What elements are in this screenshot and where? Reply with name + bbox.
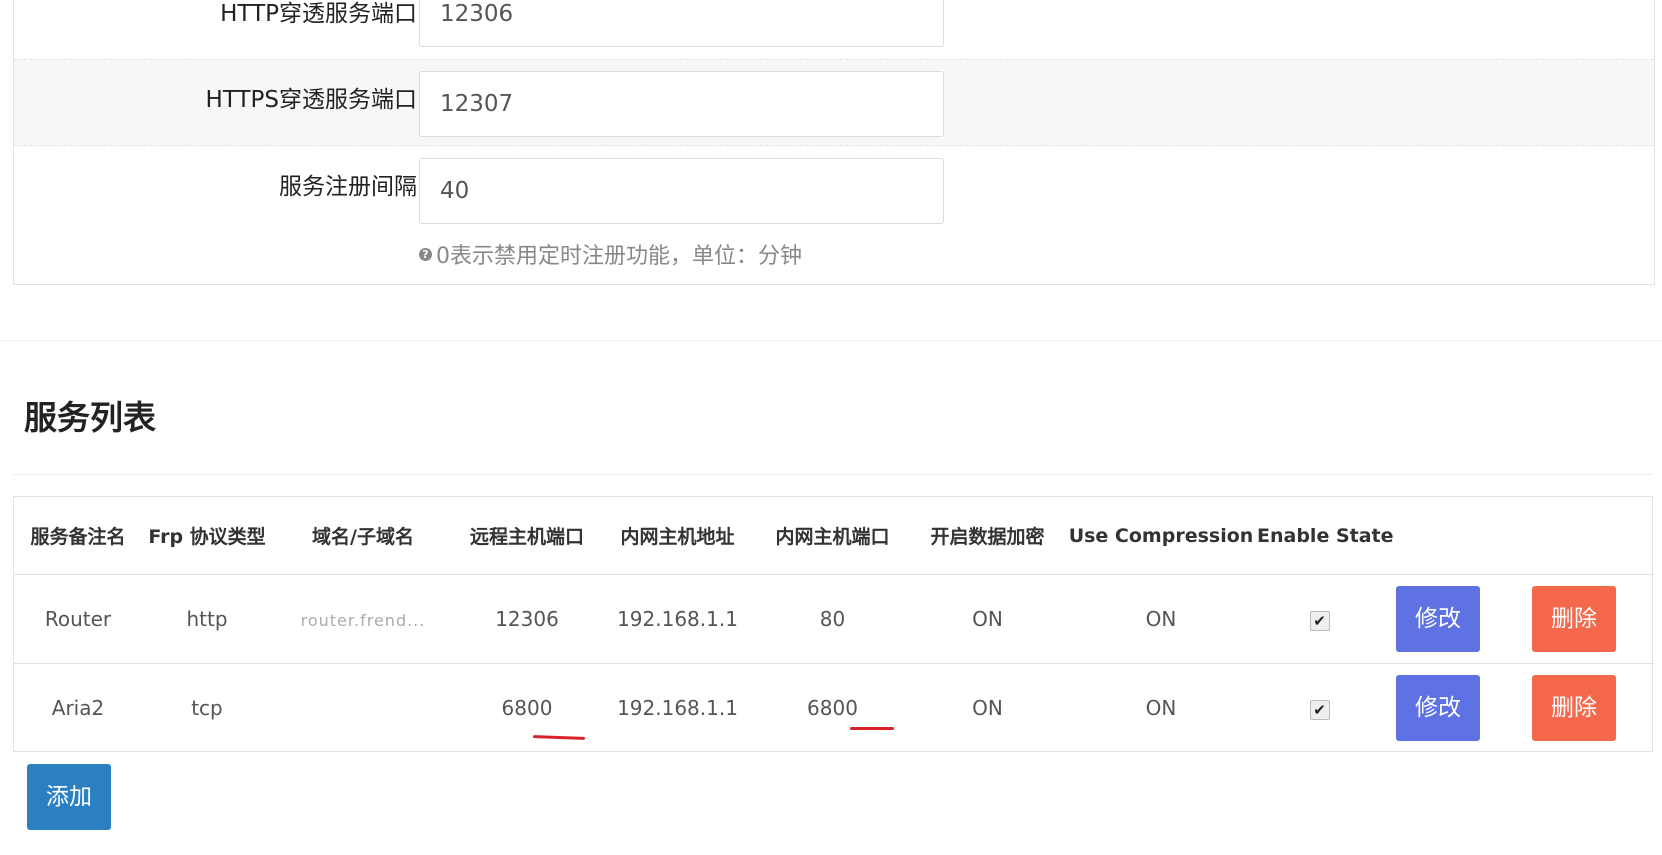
cell-encryption: ON [910,574,1065,664]
title-divider [13,474,1653,475]
interval-help-text: ? 0表示禁用定时注册功能，单位：分钟 [419,238,802,270]
interval-row: 服务注册间隔 40 ? 0表示禁用定时注册功能，单位：分钟 [14,146,1654,284]
header-compression: Use Compression [1065,497,1257,575]
header-edit [1382,497,1494,575]
service-table-container: 服务备注名 Frp 协议类型 域名/子域名 远程主机端口 内网主机地址 内网主机… [13,496,1654,752]
header-delete [1494,497,1654,575]
https-port-label: HTTPS穿透服务端口 [205,87,417,113]
cell-name: Router [14,574,142,664]
header-protocol: Frp 协议类型 [142,497,272,575]
header-domain: 域名/子域名 [272,497,454,575]
header-name: 服务备注名 [14,497,142,575]
interval-help-label: 0表示禁用定时注册功能，单位：分钟 [436,244,802,269]
cell-compression: ON [1065,574,1257,664]
cell-delete: 删除 [1494,664,1654,753]
cell-remote-port: 12306 [454,574,600,664]
enable-checkbox[interactable]: ✔ [1309,700,1330,720]
cell-edit: 修改 [1382,664,1494,753]
https-port-row: HTTPS穿透服务端口 12307 [14,59,1654,146]
question-icon: ? [419,247,432,261]
cell-lan-port: 6800 [807,696,858,720]
interval-input[interactable]: 40 [419,158,944,224]
section-title: 服务列表 [24,398,156,437]
header-lan-port: 内网主机端口 [755,497,910,575]
cell-protocol: http [142,574,272,664]
domain-text: router.frend... [300,611,426,630]
http-port-label: HTTP穿透服务端口 [220,1,417,27]
interval-label: 服务注册间隔 [279,174,417,200]
http-port-row: HTTP穿透服务端口 12306 [14,0,1654,59]
annotation-underline-lan-port [850,727,894,730]
cell-domain: router.frend... [272,574,454,664]
delete-button[interactable]: 删除 [1532,675,1616,741]
table-header-row: 服务备注名 Frp 协议类型 域名/子域名 远程主机端口 内网主机地址 内网主机… [14,497,1654,575]
service-table: 服务备注名 Frp 协议类型 域名/子域名 远程主机端口 内网主机地址 内网主机… [14,497,1654,752]
cell-lan-port: 80 [755,574,910,664]
cell-lan-address: 192.168.1.1 [617,696,738,720]
cell-delete: 删除 [1494,574,1654,664]
cell-protocol: tcp [191,696,223,720]
http-port-input[interactable]: 12306 [419,0,944,47]
cell-enable-state: ✔ [1257,664,1382,753]
header-lan-address: 内网主机地址 [600,497,755,575]
enable-checkbox[interactable]: ✔ [1309,611,1330,631]
cell-compression: ON [1145,696,1177,720]
edit-button[interactable]: 修改 [1396,586,1480,652]
cell-enable-state: ✔ [1257,574,1382,664]
add-button[interactable]: 添加 [27,764,111,830]
header-encryption: 开启数据加密 [910,497,1065,575]
cell-encryption: ON [972,696,1003,720]
header-remote-port: 远程主机端口 [454,497,600,575]
section-divider [0,340,1662,341]
table-row: Router http router.frend... 12306 192.16… [14,574,1654,664]
https-port-input[interactable]: 12307 [419,71,944,137]
cell-edit: 修改 [1382,574,1494,664]
edit-button[interactable]: 修改 [1396,675,1480,741]
cell-name: Aria2 [51,696,105,720]
settings-panel: HTTP穿透服务端口 12306 HTTPS穿透服务端口 12307 服务注册间… [13,0,1655,285]
header-enable-state: Enable State [1257,497,1394,575]
cell-domain [272,664,454,753]
delete-button[interactable]: 删除 [1532,586,1616,652]
table-row: Aria2 tcp 6800 192.168.1.1 6800 ON ON ✔ … [14,664,1654,753]
cell-lan-address: 192.168.1.1 [600,574,755,664]
